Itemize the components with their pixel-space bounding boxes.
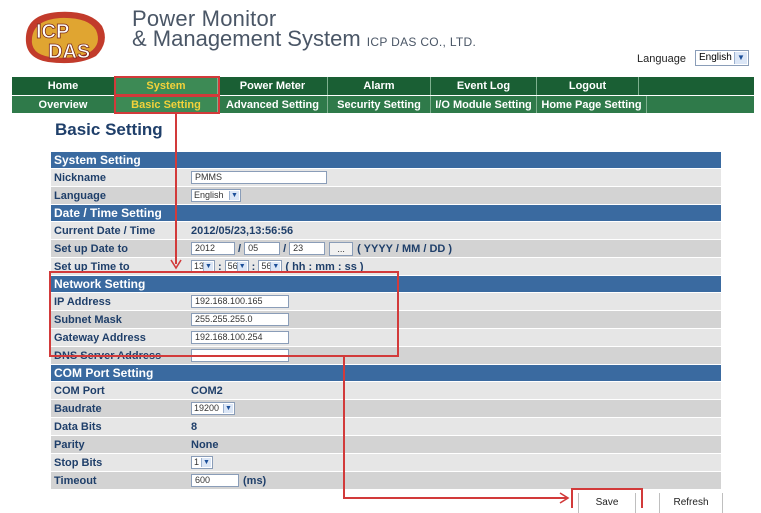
date-picker-button[interactable]: ...: [329, 241, 354, 256]
highlight-basic-setting: [114, 95, 220, 114]
icp-das-logo: ICP DAS: [25, 11, 105, 63]
nav-power-meter[interactable]: Power Meter: [218, 77, 328, 95]
day-input[interactable]: 23: [289, 242, 326, 255]
subnav-advanced-setting[interactable]: Advanced Setting: [218, 96, 328, 113]
current-datetime-value: 2012/05/23,13:56:56: [191, 224, 294, 237]
language-select-value: English: [699, 52, 732, 63]
chevron-down-icon: ▼: [270, 262, 281, 271]
language-row-label: Language: [54, 189, 106, 202]
language-label: Language: [637, 53, 686, 65]
nickname-label: Nickname: [54, 171, 106, 184]
row-current-datetime: Current Date / Time 2012/05/23,13:56:56: [51, 222, 721, 239]
app-title-line2: & Management System ICP DAS CO., LTD.: [132, 26, 476, 52]
stop-bits-label: Stop Bits: [54, 456, 103, 469]
com-port-value: COM2: [191, 384, 223, 397]
system-language-select[interactable]: English ▼: [191, 189, 241, 202]
annotation-line-vertical: [175, 114, 177, 264]
row-nickname: Nickname PMMS: [51, 169, 721, 186]
stop-bits-value: 1: [194, 457, 200, 467]
stop-bits-select[interactable]: 1 ▼: [191, 456, 213, 469]
section-system-setting: System Setting: [51, 152, 721, 168]
row-parity: Parity None: [51, 436, 721, 453]
annotation-line-down: [343, 357, 345, 499]
year-input[interactable]: 2012: [191, 242, 235, 255]
chevron-down-icon: ▼: [201, 458, 211, 467]
row-setup-date: Set up Date to 2012 / 05 / 23 ... ( YYYY…: [51, 240, 721, 257]
page-title: Basic Setting: [55, 120, 163, 139]
subnav-overview[interactable]: Overview: [12, 96, 115, 113]
svg-text:DAS: DAS: [48, 41, 90, 63]
section-com-port-setting: COM Port Setting: [51, 365, 721, 381]
current-datetime-label: Current Date / Time: [54, 224, 156, 237]
arrow-right-icon: [559, 492, 570, 504]
nav-event-log[interactable]: Event Log: [431, 77, 537, 95]
timeout-input[interactable]: 600: [191, 474, 239, 487]
nav-alarm[interactable]: Alarm: [328, 77, 431, 95]
data-bits-label: Data Bits: [54, 420, 102, 433]
row-language: Language English ▼: [51, 187, 721, 204]
date-format-hint: ( YYYY / MM / DD ): [357, 242, 453, 255]
row-baudrate: Baudrate 19200 ▼: [51, 400, 721, 417]
row-data-bits: Data Bits 8: [51, 418, 721, 435]
timeout-label: Timeout: [54, 474, 97, 487]
row-stop-bits: Stop Bits 1 ▼: [51, 454, 721, 471]
annotation-line-right: [343, 497, 568, 499]
system-language-value: English: [194, 190, 224, 200]
month-input[interactable]: 05: [244, 242, 281, 255]
setup-date-label: Set up Date to: [54, 242, 128, 255]
highlight-system: [114, 76, 220, 96]
nickname-input[interactable]: PMMS: [191, 171, 327, 184]
baudrate-label: Baudrate: [54, 402, 102, 415]
language-select[interactable]: English ▼: [695, 50, 749, 66]
parity-value: None: [191, 438, 219, 451]
app-title-main: & Management System: [132, 26, 361, 51]
company-name: ICP DAS CO., LTD.: [366, 35, 477, 49]
refresh-button[interactable]: Refresh: [659, 493, 723, 513]
subnav-io-module-setting[interactable]: I/O Module Setting: [431, 96, 537, 113]
chevron-down-icon: ▼: [734, 52, 747, 64]
nav-logout[interactable]: Logout: [537, 77, 639, 95]
chevron-down-icon: ▼: [236, 262, 247, 271]
row-timeout: Timeout 600 (ms): [51, 472, 721, 489]
baudrate-value: 19200: [194, 403, 220, 413]
timeout-unit: (ms): [243, 474, 267, 487]
baudrate-select[interactable]: 19200 ▼: [191, 402, 235, 415]
nav-home[interactable]: Home: [12, 77, 115, 95]
parity-label: Parity: [54, 438, 85, 451]
highlight-network-setting: [49, 271, 399, 357]
chevron-down-icon: ▼: [203, 262, 213, 271]
subnav-home-page-setting[interactable]: Home Page Setting: [537, 96, 647, 113]
highlight-save: [571, 488, 643, 508]
data-bits-value: 8: [191, 420, 198, 433]
chevron-down-icon: ▼: [229, 191, 239, 200]
arrow-down-icon: [170, 259, 182, 270]
row-com-port: COM Port COM2: [51, 382, 721, 399]
subnav-security-setting[interactable]: Security Setting: [328, 96, 431, 113]
date-separator: /: [283, 242, 287, 255]
chevron-down-icon: ▼: [223, 404, 233, 413]
com-port-label: COM Port: [54, 384, 105, 397]
date-separator: /: [238, 242, 242, 255]
svg-text:ICP: ICP: [36, 21, 69, 43]
section-date-time-setting: Date / Time Setting: [51, 205, 721, 221]
